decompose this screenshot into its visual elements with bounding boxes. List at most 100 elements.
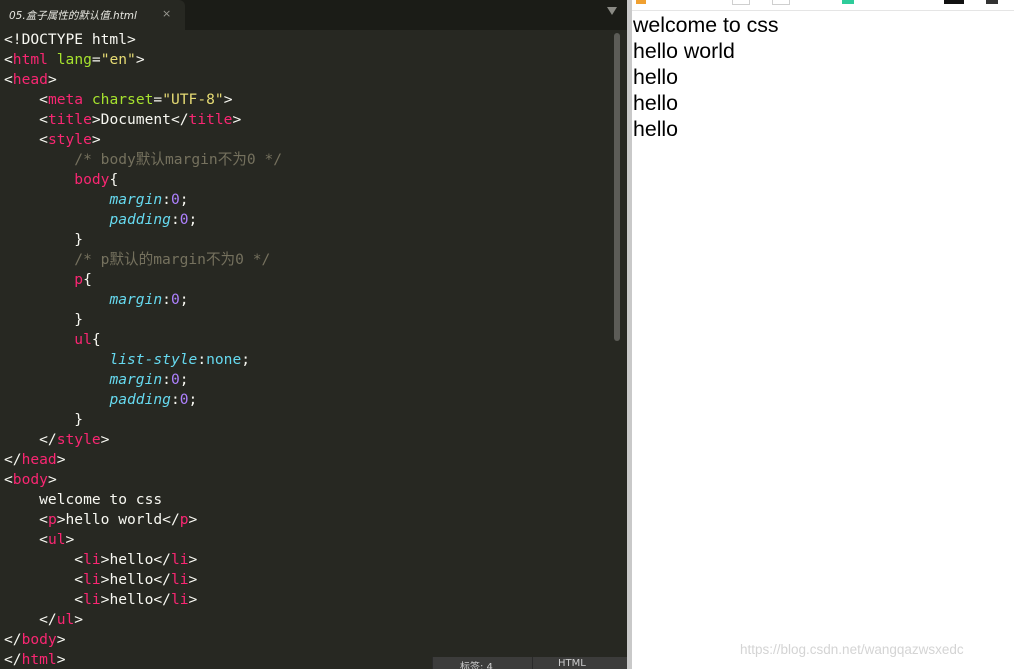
code-token: < — [4, 91, 48, 108]
code-token: ; — [188, 391, 198, 408]
code-line[interactable]: </style> — [4, 430, 610, 450]
code-line[interactable]: } — [4, 230, 610, 250]
code-token: body — [12, 471, 48, 488]
code-token: { — [83, 271, 92, 288]
code-line[interactable]: margin:0; — [4, 370, 610, 390]
code-line[interactable]: <li>hello</li> — [4, 590, 610, 610]
code-token: < — [4, 551, 84, 568]
code-line[interactable]: list-style:none; — [4, 350, 610, 370]
code-token: } — [4, 411, 84, 428]
code-line[interactable]: <meta charset="UTF-8"> — [4, 90, 610, 110]
code-token: ; — [188, 211, 198, 228]
code-token: > — [232, 111, 242, 128]
code-token: ; — [179, 371, 189, 388]
code-token: < — [4, 471, 13, 488]
code-editor[interactable]: 05.盒子属性的默认值.html × <!DOCTYPE html> <html … — [0, 0, 627, 669]
code-line[interactable]: <html lang="en"> — [4, 50, 610, 70]
code-token: style — [47, 131, 92, 148]
rendered-page: welcome to css hello world hello hello h… — [633, 12, 779, 142]
code-line[interactable]: margin:0; — [4, 290, 610, 310]
toolbar-icon[interactable] — [944, 0, 964, 4]
code-line[interactable]: /* p默认的margin不为0 */ — [4, 250, 610, 270]
status-separator — [532, 657, 533, 669]
code-token: < — [4, 571, 84, 588]
rendered-list-item: hello — [633, 91, 678, 115]
browser-toolbar-edge — [632, 0, 1014, 11]
code-line[interactable]: p{ — [4, 270, 610, 290]
code-token: li — [83, 551, 101, 568]
code-line[interactable]: /* body默认margin不为0 */ — [4, 150, 610, 170]
code-area[interactable]: <!DOCTYPE html> <html lang="en"> <head> <m… — [4, 30, 610, 669]
code-token: 0 — [170, 371, 180, 388]
code-line[interactable]: <p>hello world</p> — [4, 510, 610, 530]
code-token: p — [179, 511, 189, 528]
scrollbar-thumb[interactable] — [614, 33, 620, 341]
code-line[interactable]: welcome to css — [4, 490, 610, 510]
code-token: : — [197, 351, 207, 368]
code-token: > — [100, 431, 110, 448]
code-token: 0 — [170, 191, 180, 208]
code-token: head — [12, 71, 48, 88]
code-line[interactable]: </body> — [4, 630, 610, 650]
code-token: head — [21, 451, 57, 468]
browser-preview: welcome to css hello world hello hello h… — [632, 0, 1014, 669]
rendered-list-item: hello — [633, 117, 678, 141]
code-token: body — [21, 631, 57, 648]
code-token: { — [109, 171, 119, 188]
code-token: html — [21, 651, 57, 668]
toolbar-icon[interactable] — [732, 0, 750, 5]
code-line[interactable]: <body> — [4, 470, 610, 490]
code-token: 0 — [179, 211, 189, 228]
code-line[interactable]: <title>Document</title> — [4, 110, 610, 130]
code-line[interactable]: } — [4, 310, 610, 330]
code-token: } — [4, 231, 84, 248]
status-tab-size[interactable]: 标签: 4 — [460, 658, 493, 669]
code-token: < — [4, 511, 48, 528]
code-token: > — [47, 471, 57, 488]
code-token: > — [56, 631, 66, 648]
code-line[interactable]: ul{ — [4, 330, 610, 350]
code-token: /* body默认margin不为0 */ — [74, 151, 283, 168]
code-token: > — [188, 511, 198, 528]
code-token: </ — [4, 631, 22, 648]
rendered-paragraph: hello world — [633, 39, 735, 63]
tab-list-dropdown-icon[interactable] — [607, 7, 617, 15]
code-line[interactable]: <li>hello</li> — [4, 550, 610, 570]
code-line[interactable]: body{ — [4, 170, 610, 190]
toolbar-icon[interactable] — [842, 0, 854, 4]
code-token: title — [47, 111, 92, 128]
code-line[interactable]: <ul> — [4, 530, 610, 550]
file-tab[interactable]: 05.盒子属性的默认值.html × — [0, 0, 185, 30]
code-line[interactable]: margin:0; — [4, 190, 610, 210]
status-syntax[interactable]: HTML — [558, 658, 586, 669]
close-icon[interactable]: × — [162, 7, 171, 20]
code-token: p — [74, 271, 84, 288]
code-token: > — [74, 611, 84, 628]
code-token: body — [74, 171, 110, 188]
code-token: : — [162, 371, 171, 388]
code-line[interactable]: padding:0; — [4, 390, 610, 410]
code-token: > — [56, 651, 66, 668]
code-line[interactable]: </ul> — [4, 610, 610, 630]
toolbar-icon[interactable] — [636, 0, 646, 4]
code-token: list-style — [109, 351, 198, 368]
code-token: 0 — [170, 291, 180, 308]
code-token: ; — [241, 351, 251, 368]
code-line[interactable]: <style> — [4, 130, 610, 150]
code-token: = — [153, 91, 163, 108]
editor-scrollbar[interactable] — [611, 33, 623, 665]
toolbar-icon[interactable] — [986, 0, 998, 4]
toolbar-icon[interactable] — [772, 0, 790, 5]
code-line[interactable]: <head> — [4, 70, 610, 90]
code-line[interactable]: padding:0; — [4, 210, 610, 230]
file-tab-label: 05.盒子属性的默认值.html — [9, 10, 137, 22]
code-line[interactable]: <li>hello</li> — [4, 570, 610, 590]
code-line[interactable]: </head> — [4, 450, 610, 470]
code-line[interactable]: <!DOCTYPE html> — [4, 30, 610, 50]
rendered-text-body: welcome to css — [633, 13, 779, 37]
code-line[interactable]: } — [4, 410, 610, 430]
